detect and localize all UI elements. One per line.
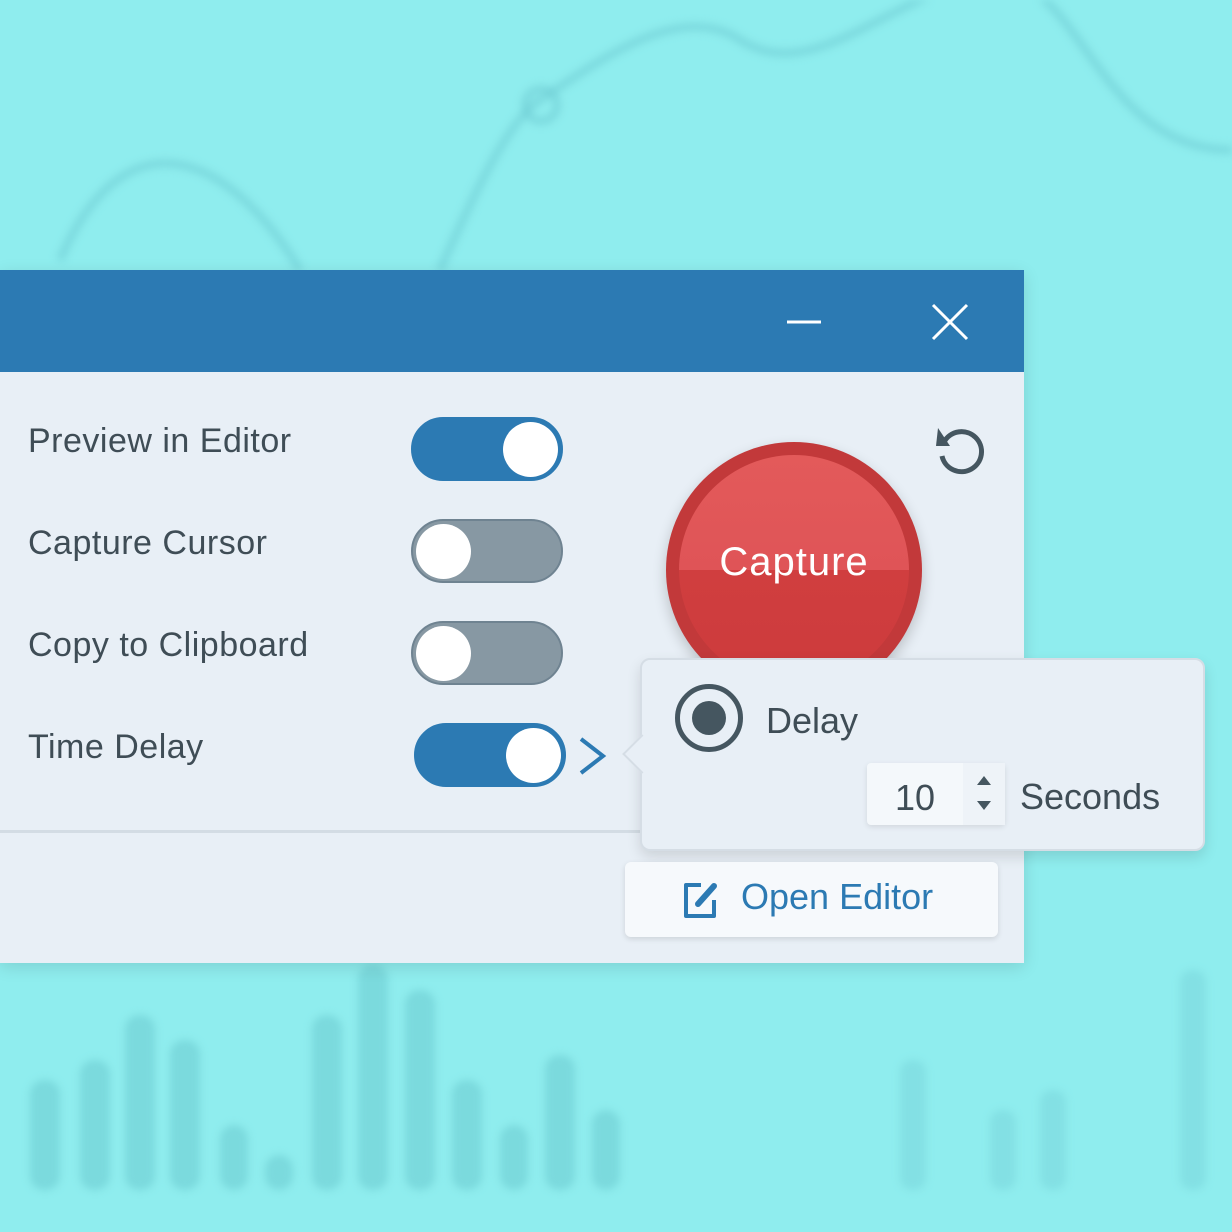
delay-radio[interactable] — [675, 684, 743, 752]
title-bar — [0, 270, 1024, 372]
stepper-up-down-icon[interactable] — [963, 763, 1005, 825]
delay-popover: Delay 10 Seconds — [622, 658, 1205, 851]
reset-icon[interactable] — [932, 422, 988, 478]
minimize-button[interactable] — [782, 300, 826, 344]
toggle-knob — [416, 626, 471, 681]
capture-label: Capture — [719, 540, 869, 584]
open-editor-button[interactable]: Open Editor — [625, 862, 998, 937]
edit-icon — [684, 883, 717, 918]
chevron-right-icon[interactable] — [576, 736, 608, 776]
option-label-time-delay: Time Delay — [28, 728, 204, 766]
divider — [0, 830, 660, 833]
toggle-time-delay[interactable] — [414, 723, 566, 787]
toggle-preview-in-editor[interactable] — [411, 417, 563, 481]
delay-label: Delay — [766, 700, 859, 741]
capture-window: Preview in Editor Capture Cursor Copy to… — [0, 270, 1024, 963]
toggle-capture-cursor[interactable] — [411, 519, 563, 583]
delay-seconds-stepper[interactable]: 10 — [867, 763, 1005, 825]
toggle-knob — [416, 524, 471, 579]
delay-unit-label: Seconds — [1020, 776, 1161, 817]
option-label-preview-in-editor: Preview in Editor — [28, 422, 292, 460]
option-label-copy-to-clipboard: Copy to Clipboard — [28, 626, 309, 664]
close-button[interactable] — [928, 300, 972, 344]
toggle-copy-to-clipboard[interactable] — [411, 621, 563, 685]
close-icon — [931, 303, 969, 341]
stepper-buttons[interactable] — [963, 763, 1005, 825]
toggle-knob — [503, 422, 558, 477]
toggle-knob — [506, 728, 561, 783]
option-label-capture-cursor: Capture Cursor — [28, 524, 268, 562]
open-editor-label: Open Editor — [741, 876, 934, 917]
minus-icon — [787, 320, 821, 324]
delay-seconds-value[interactable]: 10 — [867, 777, 963, 819]
